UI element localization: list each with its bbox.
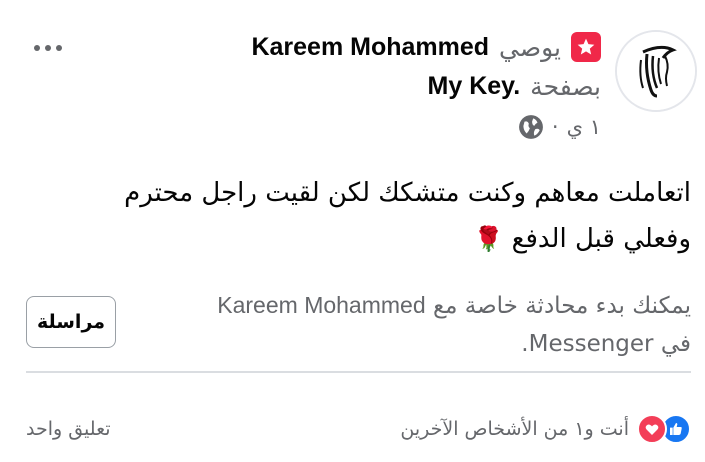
- divider: [26, 371, 691, 373]
- messenger-prompt-name: Kareem Mohammed: [217, 292, 426, 318]
- post-body-line: اتعاملت معاهم وكنت متشكك لكن لقيت راجل م…: [124, 178, 691, 208]
- rose-emoji-icon: 🌹: [473, 225, 504, 253]
- more-options-button[interactable]: [30, 36, 66, 60]
- more-dot-icon: [56, 45, 62, 51]
- meta-separator: ·: [551, 115, 559, 139]
- reaction-icons: [637, 414, 691, 444]
- reactions-text: أنت و١ من الأشخاص الآخرين: [400, 418, 629, 440]
- post-timestamp[interactable]: ١ ي: [567, 115, 601, 139]
- on-page-label: بصفحة: [530, 72, 601, 101]
- post-header-line2: بصفحة My Key.: [428, 72, 601, 101]
- message-button[interactable]: مراسلة: [26, 296, 116, 348]
- more-dot-icon: [34, 45, 40, 51]
- avatar-logo-icon: [617, 32, 695, 110]
- recommendation-post: يوصي Kareem Mohammed بصفحة My Key. ١ ي ·…: [0, 0, 705, 462]
- recommends-label: يوصي: [499, 32, 561, 62]
- post-body-line: وفعلي قبل الدفع 🌹: [31, 216, 691, 262]
- globe-icon[interactable]: [518, 114, 544, 140]
- page-name-link[interactable]: My Key.: [428, 72, 521, 101]
- comments-count-link[interactable]: تعليق واحد: [26, 418, 111, 440]
- recommend-star-icon: [571, 32, 601, 62]
- love-reaction-icon: [637, 414, 667, 444]
- post-body: اتعاملت معاهم وكنت متشكك لكن لقيت راجل م…: [31, 170, 691, 262]
- author-name-link[interactable]: Kareem Mohammed: [251, 33, 489, 62]
- post-header-line1: يوصي Kareem Mohammed: [251, 32, 601, 62]
- more-dot-icon: [45, 45, 51, 51]
- messenger-prompt-line1: يمكنك بدء محادثة خاصة مع Kareem Mohammed: [131, 286, 691, 325]
- page-avatar[interactable]: [615, 30, 697, 112]
- post-meta: ١ ي ·: [518, 114, 601, 140]
- messenger-prompt: يمكنك بدء محادثة خاصة مع Kareem Mohammed…: [131, 286, 691, 363]
- post-body-text: وفعلي قبل الدفع: [511, 224, 691, 254]
- messenger-prompt-text: يمكنك بدء محادثة خاصة مع: [432, 293, 691, 319]
- messenger-prompt-line2: في Messenger.: [521, 331, 691, 357]
- reactions-summary[interactable]: أنت و١ من الأشخاص الآخرين: [400, 414, 691, 444]
